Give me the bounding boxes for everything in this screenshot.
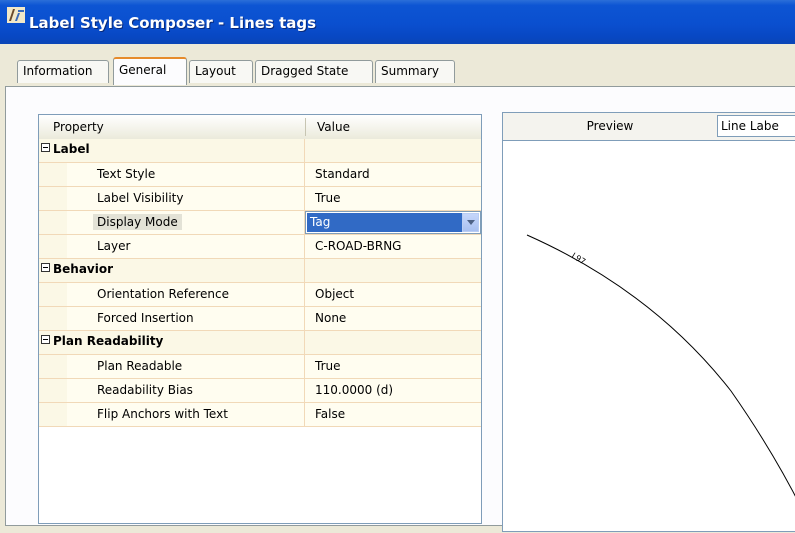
property-value[interactable]: C-ROAD-BRNG [315,239,401,253]
tab-information[interactable]: Information [17,60,109,83]
property-value[interactable]: True [315,359,341,373]
grid-header: Property Value [39,115,481,140]
tab-label: General [119,63,167,77]
preview-canvas[interactable]: L97 [503,141,795,533]
property-name: Text Style [97,167,156,181]
property-name: Plan Readable [97,359,183,373]
preview-title: Preview [586,119,634,133]
property-value[interactable]: Object [315,287,354,301]
property-row-layer[interactable]: Layer C-ROAD-BRNG [39,235,481,260]
tab-layout[interactable]: Layout [189,60,253,83]
preview-pane: Preview Line Labe L97 [502,112,795,532]
property-value[interactable]: None [315,311,346,325]
chevron-down-icon[interactable] [462,213,479,232]
property-grid[interactable]: Property Value Label Text Style Standard… [38,114,482,524]
dropdown-selected-value[interactable]: Tag [307,213,462,232]
tab-dragged-state[interactable]: Dragged State [255,60,373,83]
display-mode-dropdown[interactable]: Tag [305,211,481,234]
property-value[interactable]: 110.0000 (d) [315,383,393,397]
property-name: Flip Anchors with Text [97,407,228,421]
property-name: Display Mode [93,214,182,230]
category-label[interactable]: Label [39,139,481,164]
property-value[interactable]: True [315,191,341,205]
category-behavior[interactable]: Behavior [39,259,481,284]
property-row-display-mode[interactable]: Display Mode Tag [39,211,481,236]
category-title: Behavior [53,262,114,276]
tab-summary[interactable]: Summary [375,60,455,83]
property-name: Label Visibility [97,191,184,205]
property-row-flip-anchors-with-text[interactable]: Flip Anchors with Text False [39,403,481,428]
property-row-readability-bias[interactable]: Readability Bias 110.0000 (d) [39,379,481,404]
property-row-forced-insertion[interactable]: Forced Insertion None [39,307,481,332]
app-icon [7,7,25,23]
tab-label: Information [23,64,93,78]
tab-label: Summary [381,64,439,78]
tab-strip: Information General Layout Dragged State… [0,44,795,86]
tab-label: Layout [195,64,236,78]
property-name: Forced Insertion [97,311,194,325]
category-title: Plan Readability [53,334,164,348]
property-value[interactable]: False [315,407,345,421]
category-plan-readability[interactable]: Plan Readability [39,331,481,356]
property-name: Layer [97,239,131,253]
tab-label: Dragged State [261,64,349,78]
window-title-bar[interactable]: Label Style Composer - Lines tags [0,0,795,44]
tab-general[interactable]: General [113,57,187,85]
column-header-value[interactable]: Value [317,120,350,134]
property-row-label-visibility[interactable]: Label Visibility True [39,187,481,212]
preview-header: Preview Line Labe [503,113,795,141]
property-row-text-style[interactable]: Text Style Standard [39,163,481,188]
preview-line [526,234,795,497]
collapse-icon[interactable] [41,263,50,272]
category-title: Label [53,142,90,156]
window-title: Label Style Composer - Lines tags [29,14,317,32]
property-row-plan-readable[interactable]: Plan Readable True [39,355,481,380]
property-name: Orientation Reference [97,287,229,301]
property-value[interactable]: Standard [315,167,370,181]
preview-type-selector[interactable]: Line Labe [717,115,795,137]
property-row-orientation-reference[interactable]: Orientation Reference Object [39,283,481,308]
column-header-property[interactable]: Property [53,120,104,134]
column-divider[interactable] [305,118,306,136]
collapse-icon[interactable] [41,143,50,152]
property-name: Readability Bias [97,383,193,397]
collapse-icon[interactable] [41,335,50,344]
